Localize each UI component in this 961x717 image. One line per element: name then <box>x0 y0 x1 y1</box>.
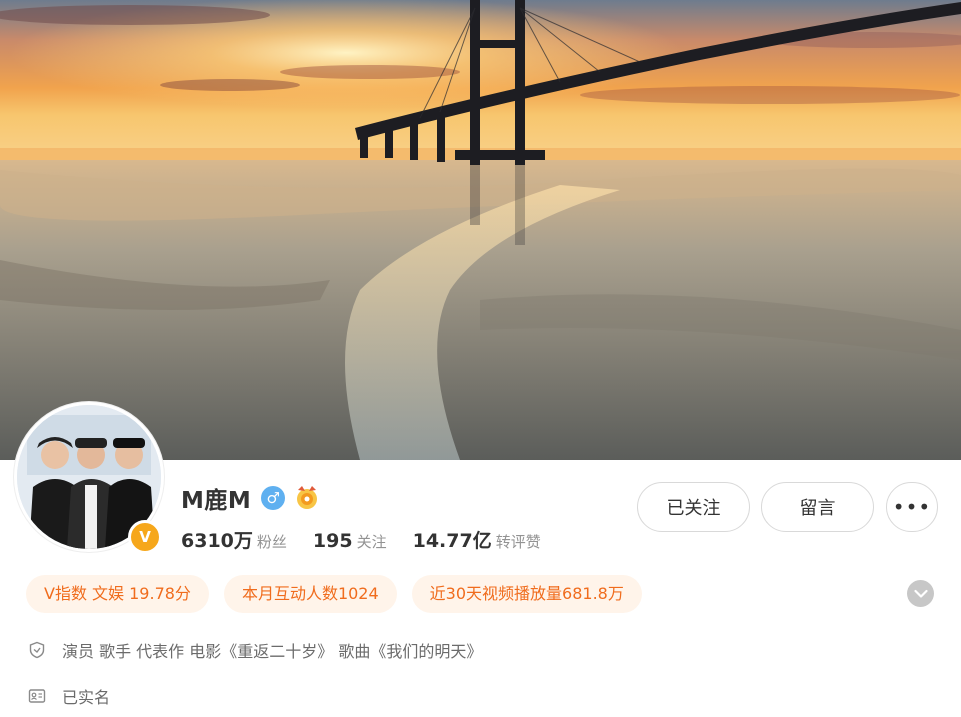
expand-button[interactable] <box>907 580 934 607</box>
male-icon: ♂ <box>261 486 286 510</box>
verification-status: 已实名 <box>62 688 111 707</box>
likes-label: 转评赞 <box>495 533 541 551</box>
chevron-down-icon <box>913 589 928 598</box>
cover-banner <box>0 0 961 460</box>
shield-icon <box>28 641 46 659</box>
followed-button[interactable]: 已关注 <box>637 482 750 532</box>
verification-row: 已实名 <box>28 684 110 708</box>
interaction-tag[interactable]: 本月互动人数1024 <box>223 575 397 613</box>
tags-row: V指数 文娱 19.78分 本月互动人数1024 近30天视频播放量681.8万 <box>26 575 657 613</box>
more-button[interactable]: ••• <box>886 482 938 532</box>
following-label: 关注 <box>356 533 387 551</box>
verified-badge-icon: V <box>128 520 162 554</box>
likes-stat: 14.77亿 转评赞 <box>413 526 541 553</box>
name-row: M鹿M ♂ <box>181 478 321 518</box>
followers-stat[interactable]: 6310万 粉丝 <box>181 526 287 553</box>
video-plays-tag[interactable]: 近30天视频播放量681.8万 <box>411 575 642 613</box>
following-stat[interactable]: 195 关注 <box>313 530 387 552</box>
message-button[interactable]: 留言 <box>761 482 874 532</box>
following-count: 195 <box>312 530 353 552</box>
medal-icon[interactable] <box>293 484 321 512</box>
followers-count: 6310万 <box>181 530 253 552</box>
bio-description: 演员 歌手 代表作 电影《重返二十岁》 歌曲《我们的明天》 <box>62 642 483 661</box>
likes-count: 14.77亿 <box>412 530 492 552</box>
stats-row: 6310万 粉丝 195 关注 14.77亿 转评赞 <box>181 526 567 553</box>
username: M鹿M <box>181 488 252 514</box>
v-index-tag[interactable]: V指数 文娱 19.78分 <box>26 575 209 613</box>
followers-label: 粉丝 <box>256 533 287 551</box>
bio-row: 演员 歌手 代表作 电影《重返二十岁》 歌曲《我们的明天》 <box>28 638 482 662</box>
id-card-icon <box>28 687 46 705</box>
